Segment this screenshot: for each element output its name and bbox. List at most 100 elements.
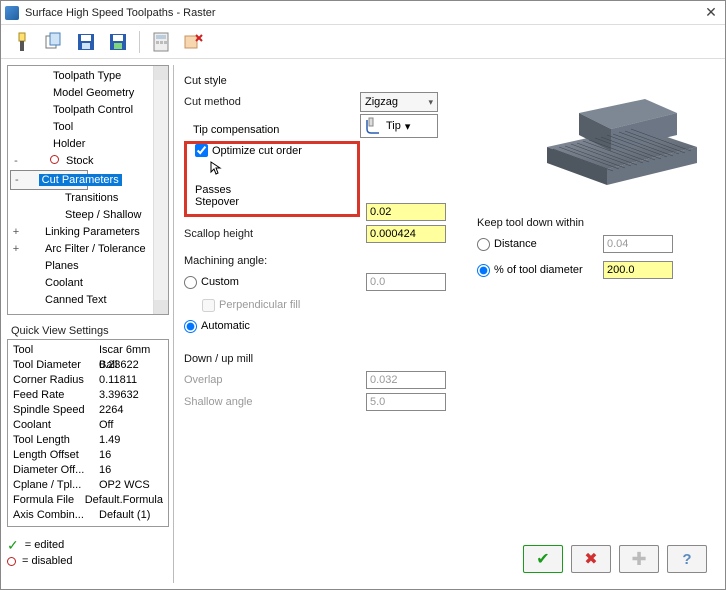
qv-key: Corner Radius	[13, 373, 99, 388]
optimize-label: Optimize cut order	[212, 145, 302, 157]
qv-key: Axis Combin...	[13, 508, 99, 523]
tree-item[interactable]: + Arc Filter / Tolerance	[10, 241, 151, 258]
stepover-input[interactable]	[366, 203, 446, 221]
passes-label: Passes	[195, 184, 349, 196]
tree-item-label: Arc Filter / Tolerance	[42, 243, 149, 255]
tree-item[interactable]: Tool	[10, 119, 151, 136]
cancel-button[interactable]: ✖	[571, 545, 611, 573]
tree-view[interactable]: Toolpath Type Model Geometry Toolpath Cont…	[7, 65, 169, 315]
pct-input[interactable]	[603, 261, 673, 279]
qv-value: 16	[99, 448, 163, 463]
ok-button[interactable]: ✔	[523, 545, 563, 573]
tree-item[interactable]: Misc Values	[10, 309, 151, 312]
tree-item-label: Linking Parameters	[42, 226, 143, 238]
tree-item[interactable]: Canned Text	[10, 292, 151, 309]
tree-item[interactable]: Model Geometry	[10, 85, 151, 102]
qv-key: Diameter Off...	[13, 463, 99, 478]
tree-item[interactable]: Toolpath Type	[10, 68, 151, 85]
perp-label: Perpendicular fill	[219, 299, 300, 311]
tree-item[interactable]: Transitions	[10, 190, 151, 207]
qv-key: Formula File	[13, 493, 85, 508]
tree-item[interactable]: -Cut Parameters	[10, 170, 88, 190]
qv-key: Coolant	[13, 418, 99, 433]
tree-item[interactable]: Holder	[10, 136, 151, 153]
toolbar	[1, 25, 725, 59]
tree-item[interactable]: Toolpath Control	[10, 102, 151, 119]
overlap-input	[366, 371, 446, 389]
disabled-dot-icon	[7, 557, 16, 566]
pct-diameter-radio[interactable]	[477, 264, 490, 277]
qv-value: Off	[99, 418, 163, 433]
overlap-label: Overlap	[184, 374, 324, 386]
quick-view-row: Tool Length1.49	[13, 433, 163, 448]
close-icon[interactable]: ✕	[701, 4, 721, 21]
quick-view-row: CoolantOff	[13, 418, 163, 433]
titlebar: Surface High Speed Toolpaths - Raster ✕	[1, 1, 725, 25]
help-button[interactable]: ?	[667, 545, 707, 573]
distance-input	[603, 235, 673, 253]
downup-title: Down / up mill	[184, 353, 512, 365]
automatic-angle-radio[interactable]	[184, 320, 197, 333]
tree-item[interactable]: Coolant	[10, 275, 151, 292]
tree-item-label: Model Geometry	[50, 87, 137, 99]
tree-item-label: Stock	[63, 155, 97, 167]
tree-item[interactable]: + Linking Parameters	[10, 224, 151, 241]
qv-value: 16	[99, 463, 163, 478]
legend: ✓= edited = disabled	[7, 535, 169, 571]
collapse-icon[interactable]: -	[10, 153, 22, 170]
pct-label: % of tool diameter	[494, 264, 583, 276]
quick-view-row: Length Offset16	[13, 448, 163, 463]
distance-label: Distance	[494, 238, 537, 250]
qv-value: Default.Formula	[85, 493, 163, 508]
perpendicular-fill-checkbox	[202, 299, 215, 312]
flashlight-icon[interactable]	[11, 31, 33, 53]
tip-comp-select[interactable]: Tip ▾	[360, 114, 438, 138]
quick-view-row: ToolIscar 6mm Ball	[13, 343, 163, 358]
chevron-down-icon: ▾	[428, 97, 433, 108]
custom-angle-radio[interactable]	[184, 276, 197, 289]
disable-icon[interactable]	[182, 31, 204, 53]
cut-method-select[interactable]: Zigzag ▾	[360, 92, 438, 112]
optimize-cut-order-checkbox[interactable]	[195, 144, 208, 157]
save-green-icon[interactable]	[107, 31, 129, 53]
shallow-input	[366, 393, 446, 411]
stepover-label: Stepover	[195, 196, 349, 208]
tree-item[interactable]: Planes	[10, 258, 151, 275]
tree-item-label: Toolpath Type	[50, 70, 124, 82]
qv-key: Tool Length	[13, 433, 99, 448]
tree-item-label: Steep / Shallow	[62, 209, 144, 221]
apply-button[interactable]: ✚	[619, 545, 659, 573]
tree-scrollbar[interactable]	[153, 66, 168, 314]
tree-item[interactable]: - Stock	[10, 153, 151, 170]
copy-icon[interactable]	[43, 31, 65, 53]
custom-angle-label: Custom	[201, 276, 239, 288]
angle-title: Machining angle:	[184, 255, 512, 267]
distance-radio[interactable]	[477, 238, 490, 251]
tree-item[interactable]: Steep / Shallow	[10, 207, 151, 224]
quick-view-row: Corner Radius0.11811	[13, 373, 163, 388]
expand-icon[interactable]: +	[10, 241, 22, 258]
quick-view-row: Spindle Speed2264	[13, 403, 163, 418]
tree-item-label: Toolpath Control	[50, 104, 136, 116]
keep-title: Keep tool down within	[477, 217, 707, 229]
qv-value: 0.11811	[99, 373, 163, 388]
chevron-down-icon: ▾	[405, 120, 411, 133]
quick-view-box: ToolIscar 6mm BallTool Diameter0.23622Co…	[7, 339, 169, 527]
custom-angle-input	[366, 273, 446, 291]
qv-value: 3.39632	[99, 388, 163, 403]
scallop-input[interactable]	[366, 225, 446, 243]
highlight-box: Tip compensation Optimize cut order Pass…	[184, 141, 360, 217]
calculator-icon[interactable]	[150, 31, 172, 53]
expand-icon[interactable]: +	[10, 224, 22, 241]
save-icon[interactable]	[75, 31, 97, 53]
tree-item-label: Coolant	[42, 277, 86, 289]
qv-key: Tool	[13, 343, 99, 358]
quick-view-row: Axis Combin...Default (1)	[13, 508, 163, 523]
tip-icon	[364, 117, 382, 135]
tree-item-label: Transitions	[62, 192, 121, 204]
tree-item-label: Holder	[50, 138, 88, 150]
qv-key: Cplane / Tpl...	[13, 478, 99, 493]
qv-value: Iscar 6mm Ball	[99, 343, 163, 358]
qv-key: Length Offset	[13, 448, 99, 463]
quick-view-header: Quick View Settings	[7, 323, 169, 339]
